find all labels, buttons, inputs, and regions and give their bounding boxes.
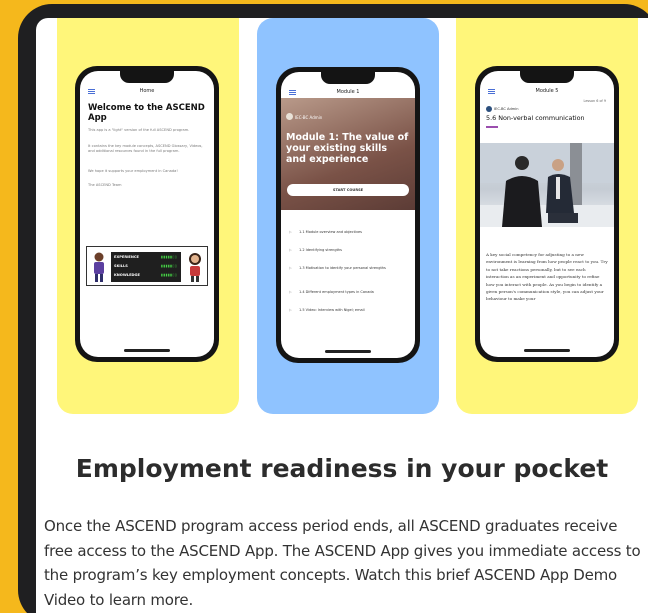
welcome-paragraph: We hope it supports your employment in C… [88, 169, 178, 173]
scoreboard-label: SKILLS [114, 264, 128, 268]
scoreboard-bars: ▮▮▮▮▮▯▯ [161, 273, 177, 277]
lesson-body-text: A key social competency for adjusting to… [486, 252, 608, 302]
author-name: IEC-BC Admin [295, 115, 323, 120]
lesson-photo [480, 143, 614, 227]
app-bar-title: Module 1 [336, 89, 360, 95]
app-bar-title: Home [139, 88, 155, 94]
phone-screen: Module 5 Lesson 6 of 9 IEC-BC Admin 5.6 … [480, 71, 614, 357]
phone-mockup: Module 1 IEC-BC Admin Module 1: The valu… [276, 67, 420, 363]
author-name: IEC-BC Admin [494, 107, 519, 111]
people-conversation-photo [480, 143, 614, 227]
app-bar: Module 5 [480, 85, 614, 97]
phone-notch [120, 71, 174, 83]
avatar [286, 113, 293, 120]
home-indicator [524, 349, 570, 352]
ascend-banner-image: EXPERIENCE ▮▮▮▮▮▯▯ SKILLS ▮▮▮▮▮▯▯ KNOWLE… [86, 246, 208, 286]
welcome-title: Welcome to the ASCEND App [88, 103, 205, 123]
welcome-paragraph: It contains the key module concepts, ASC… [88, 144, 203, 153]
phone-mockup: Module 5 Lesson 6 of 9 IEC-BC Admin 5.6 … [475, 66, 619, 362]
lesson-list-item: 1.4 Different employment types in Canada [289, 290, 407, 295]
app-screenshot-card-home: Home Welcome to the ASCEND App This app … [57, 18, 239, 414]
lesson-list-item: 1.5 Video: Interview with Nigel; email [289, 308, 407, 313]
scoreboard-bars: ▮▮▮▮▮▯▯ [161, 255, 177, 259]
module-title: Module 1: The value of your existing ski… [286, 132, 409, 165]
phone-screen: Home Welcome to the ASCEND App This app … [80, 71, 214, 357]
app-bar-title: Module 5 [535, 88, 559, 94]
lesson-title: 5.6 Non-verbal communication [486, 114, 585, 122]
menu-icon [488, 89, 495, 94]
lesson-counter: Lesson 6 of 9 [583, 99, 607, 103]
home-indicator [325, 350, 371, 353]
phone-notch [520, 71, 574, 83]
app-bar: Module 1 [281, 86, 415, 98]
page-content: Home Welcome to the ASCEND App This app … [36, 18, 648, 613]
app-bar: Home [80, 85, 214, 97]
welcome-paragraph: This app is a "light" version of the ful… [88, 128, 190, 132]
start-course-button: START COURSE [287, 184, 409, 196]
scoreboard-bars: ▮▮▮▮▮▯▯ [161, 264, 177, 268]
phone-screen: Module 1 IEC-BC Admin Module 1: The valu… [281, 72, 415, 358]
avatar [486, 106, 492, 112]
title-underline [486, 126, 498, 128]
phone-notch [321, 72, 375, 84]
section-heading: Employment readiness in your pocket [75, 454, 609, 483]
app-screenshot-card-lesson: Module 5 Lesson 6 of 9 IEC-BC Admin 5.6 … [456, 18, 638, 414]
person-illustration-icon [94, 252, 104, 282]
menu-icon [289, 90, 296, 95]
welcome-signoff: The ASCEND Team [88, 183, 122, 187]
skills-scoreboard: EXPERIENCE ▮▮▮▮▮▯▯ SKILLS ▮▮▮▮▮▯▯ KNOWLE… [111, 252, 181, 282]
person-illustration-icon [189, 253, 201, 282]
lesson-list-item: 1.3 Motivation to identify your personal… [289, 266, 407, 271]
lesson-list-item: 1.2 Identifying strengths [289, 248, 407, 253]
lesson-list-item: 1.1 Module overview and objectives [289, 230, 407, 235]
scoreboard-label: EXPERIENCE [114, 255, 139, 259]
scoreboard-label: KNOWLEDGE [114, 273, 140, 277]
menu-icon [88, 89, 95, 94]
home-indicator [124, 349, 170, 352]
phone-mockup: Home Welcome to the ASCEND App This app … [75, 66, 219, 362]
section-paragraph: Once the ASCEND program access period en… [44, 517, 641, 609]
app-screenshot-card-module: Module 1 IEC-BC Admin Module 1: The valu… [257, 18, 439, 414]
